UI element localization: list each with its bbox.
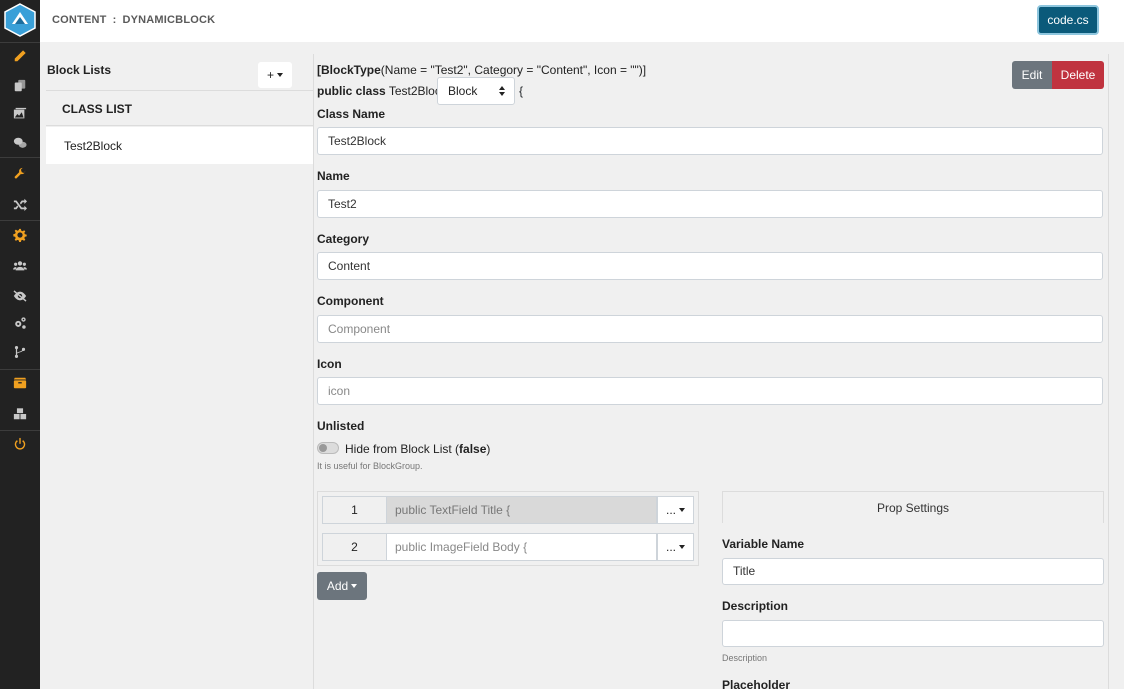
add-property-label: Add: [326, 579, 349, 593]
sidebar-divider: [0, 42, 40, 43]
name-label: Name: [317, 169, 350, 183]
chevron-down-icon: [679, 508, 685, 512]
unlisted-hint: It is useful for BlockGroup.: [317, 461, 423, 471]
gear-icon[interactable]: [10, 225, 30, 245]
category-label: Category: [317, 232, 370, 246]
edit-button[interactable]: Edit: [1012, 61, 1052, 89]
prop-settings-header: Prop Settings: [722, 491, 1104, 523]
description-label: Description: [722, 599, 789, 613]
description-input[interactable]: [722, 620, 1104, 647]
property-menu-button[interactable]: ...: [657, 533, 694, 561]
hide-close: ): [486, 442, 491, 456]
property-declaration[interactable]: public ImageField Body {: [387, 533, 657, 561]
property-menu-label: ...: [665, 540, 676, 554]
sidebar-divider: [0, 369, 40, 370]
breadcrumb: CONTENT: DYNAMICBLOCK: [52, 14, 215, 26]
chevron-down-icon: [351, 584, 358, 588]
shuffle-icon[interactable]: [10, 194, 30, 214]
sidebar-divider: [0, 430, 40, 431]
attr-name: BlockType: [321, 63, 381, 77]
attr-args: (Name = "Test2", Category = "Content", I…: [380, 63, 647, 77]
base-type-select[interactable]: Block: [437, 77, 515, 105]
base-type-value: Block: [448, 84, 478, 98]
class-list-header: CLASS LIST: [46, 90, 313, 126]
sidebar: [0, 0, 40, 689]
variable-name-label: Variable Name: [722, 537, 805, 551]
icon-input[interactable]: icon: [317, 377, 1103, 405]
class-declaration: public class Test2Block:: [317, 84, 450, 98]
block-lists-title: Block Lists: [47, 63, 112, 77]
class-list-item-label: Test2Block: [64, 139, 123, 153]
breadcrumb-page: DYNAMICBLOCK: [122, 14, 216, 26]
block-attribute-declaration: [BlockType(Name = "Test2", Category = "C…: [317, 63, 646, 77]
class-keyword: public class: [317, 84, 386, 98]
category-input[interactable]: Content: [317, 252, 1103, 280]
property-menu-label: ...: [665, 503, 676, 517]
property-declaration[interactable]: public TextField Title {: [387, 496, 657, 524]
users-icon[interactable]: [10, 256, 30, 276]
sidebar-divider: [0, 157, 40, 158]
breadcrumb-section[interactable]: CONTENT: [52, 14, 107, 26]
property-index: 2: [322, 533, 387, 561]
pencil-icon[interactable]: [10, 46, 30, 66]
chevron-down-icon: [277, 73, 283, 77]
comments-icon[interactable]: [10, 133, 30, 153]
select-arrows-icon: [499, 86, 505, 96]
power-icon[interactable]: [10, 434, 30, 454]
block-lists-panel: Block Lists + CLASS LIST Test2Block: [46, 54, 313, 689]
delete-button[interactable]: Delete: [1052, 61, 1104, 89]
open-brace: {: [519, 84, 524, 98]
add-property-button[interactable]: Add: [317, 572, 367, 600]
property-menu-button[interactable]: ...: [657, 496, 694, 524]
unlisted-toggle[interactable]: [317, 442, 339, 454]
wrench-icon[interactable]: [10, 164, 30, 184]
class-name-label: Class Name: [317, 107, 386, 121]
top-header: CONTENT: DYNAMICBLOCK code.cs: [40, 0, 1124, 42]
box-icon[interactable]: [10, 373, 30, 393]
gears-icon[interactable]: [10, 313, 30, 333]
property-row[interactable]: 2 public ImageField Body { ...: [322, 533, 694, 561]
hide-value: false: [459, 442, 487, 456]
sidebar-divider: [0, 220, 40, 221]
add-block-dropdown-button[interactable]: +: [258, 62, 292, 88]
variable-name-input[interactable]: Title: [722, 558, 1104, 585]
boxes-icon[interactable]: [10, 404, 30, 424]
breadcrumb-separator: :: [112, 14, 117, 26]
app-logo-icon[interactable]: [3, 3, 37, 37]
class-list-title: CLASS LIST: [62, 102, 133, 116]
unlisted-label: Unlisted: [317, 419, 365, 433]
component-label: Component: [317, 294, 384, 308]
add-block-label: +: [266, 68, 274, 82]
images-icon[interactable]: [10, 104, 30, 124]
class-name-input[interactable]: Test2Block: [317, 127, 1103, 155]
name-input[interactable]: Test2: [317, 190, 1103, 218]
property-list: 1 public TextField Title { ... 2 public …: [317, 491, 699, 566]
component-input[interactable]: Component: [317, 315, 1103, 343]
chevron-down-icon: [679, 545, 685, 549]
unlisted-toggle-label: Hide from Block List (false): [345, 442, 490, 456]
eye-slash-icon[interactable]: [10, 286, 30, 306]
copy-icon[interactable]: [10, 76, 30, 96]
code-branch-icon[interactable]: [10, 342, 30, 362]
property-index: 1: [322, 496, 387, 524]
property-row[interactable]: 1 public TextField Title { ...: [322, 496, 694, 524]
code-cs-button[interactable]: code.cs: [1037, 5, 1099, 35]
block-editor: [BlockType(Name = "Test2", Category = "C…: [313, 54, 1109, 689]
description-hint: Description: [722, 653, 768, 663]
placeholder-label: Placeholder: [722, 678, 791, 689]
hide-text: Hide from Block List (: [345, 442, 460, 456]
icon-label: Icon: [317, 357, 342, 371]
class-list-item-test2block[interactable]: Test2Block: [46, 127, 313, 164]
